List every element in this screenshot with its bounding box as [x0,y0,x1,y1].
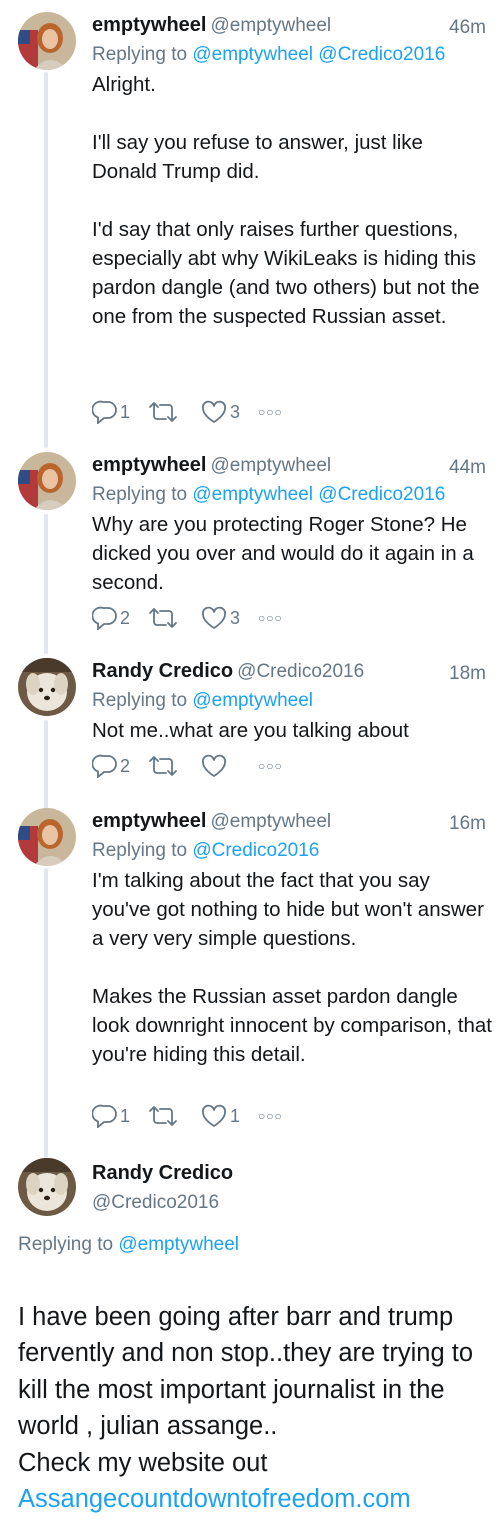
retweet-button[interactable] [148,400,200,424]
reply-button[interactable]: 1 [92,400,148,424]
replying-prefix: Replying to [92,840,188,861]
avatar-credico[interactable] [18,658,76,716]
replying-to: Replying to @Credico2016 [92,840,319,862]
tweet-actions: 2 3 ○○○ [92,604,283,632]
heart-icon [202,400,226,423]
tweet-actions: 1 3 ○○○ [92,398,283,426]
tweet-text: Not me..what are you talking about [92,719,409,742]
reply-count: 1 [120,1105,131,1126]
replying-prefix: Replying to [92,44,188,65]
reply-icon [92,1104,117,1128]
website-link[interactable]: Assangecountdowntofreedom.com [18,1485,411,1513]
author-name[interactable]: emptywheel @emptywheel [92,810,331,833]
replying-to: Replying to @emptywheel [92,690,313,712]
heart-icon [202,606,226,629]
more-icon: ○○○ [258,1109,283,1123]
more-icon: ○○○ [258,405,283,419]
author-handle[interactable]: @emptywheel [210,455,331,476]
retweet-button[interactable] [148,754,200,778]
reply-icon [92,606,117,630]
reply-icon [92,400,117,424]
like-button[interactable]: 3 [200,400,258,424]
retweet-icon [149,608,177,628]
tweet-actions: 1 1 ○○○ [92,1102,283,1130]
focused-tweet[interactable]: Randy Credico @Credico2016 Replying to @… [0,1146,496,1536]
avatar-emptywheel[interactable] [18,808,76,866]
author-name[interactable]: Randy Credico @Credico2016 [92,660,364,683]
author-display-name[interactable]: Randy Credico [92,1162,233,1185]
timestamp[interactable]: 44m [449,457,486,479]
tweet[interactable]: emptywheel @emptywheel 16m Replying to @C… [0,796,496,1142]
like-button[interactable] [200,754,258,778]
like-button[interactable]: 1 [200,1104,258,1128]
author-display-name[interactable]: emptywheel [92,454,206,476]
avatar-credico[interactable] [18,1158,76,1216]
timestamp[interactable]: 18m [449,663,486,685]
reply-button[interactable]: 2 [92,606,148,630]
replying-to-link[interactable]: @emptywheel @Credico2016 [192,44,445,65]
author-name[interactable]: emptywheel @emptywheel [92,14,331,37]
tweet-text: I have been going after barr and trump f… [18,1262,490,1518]
replying-to-link[interactable]: @emptywheel @Credico2016 [192,484,445,505]
more-button[interactable]: ○○○ [258,1109,283,1123]
replying-prefix: Replying to [92,690,188,711]
replying-prefix: Replying to [92,484,188,505]
author-handle[interactable]: @Credico2016 [92,1192,219,1214]
replying-to-link[interactable]: @Credico2016 [192,840,319,861]
reply-button[interactable]: 1 [92,1104,148,1128]
replying-to-link[interactable]: @emptywheel [192,690,313,711]
more-button[interactable]: ○○○ [258,405,283,419]
tweet-text-content: I have been going after barr and trump f… [18,1302,474,1477]
tweet[interactable]: emptywheel @emptywheel 44m Replying to @e… [0,440,496,640]
avatar-emptywheel[interactable] [18,12,76,70]
reply-count: 2 [120,755,131,776]
like-button[interactable]: 3 [200,606,258,630]
more-button[interactable]: ○○○ [258,611,283,625]
replying-prefix: Replying to [18,1234,114,1255]
reply-button[interactable]: 2 [92,754,148,778]
like-count: 3 [230,401,241,422]
reply-count: 2 [120,607,131,628]
replying-to: Replying to @emptywheel [18,1234,239,1256]
reply-count: 1 [120,401,131,422]
avatar-emptywheel[interactable] [18,452,76,510]
heart-icon [202,754,226,777]
more-icon: ○○○ [258,611,283,625]
timestamp[interactable]: 16m [449,813,486,835]
like-count: 1 [230,1105,241,1126]
heart-icon [202,1104,226,1127]
more-button[interactable]: ○○○ [258,759,283,773]
more-icon: ○○○ [258,759,283,773]
retweet-button[interactable] [148,1104,200,1128]
author-display-name[interactable]: emptywheel [92,14,206,36]
retweet-icon [149,1106,177,1126]
replying-to: Replying to @emptywheel @Credico2016 [92,44,445,66]
timestamp[interactable]: 46m [449,17,486,39]
tweet-actions: 2 ○○○ [92,752,283,780]
author-display-name[interactable]: emptywheel [92,810,206,832]
author-handle[interactable]: @emptywheel [210,811,331,832]
retweet-icon [149,402,177,422]
author-handle[interactable]: @Credico2016 [237,661,364,682]
replying-to: Replying to @emptywheel @Credico2016 [92,484,445,506]
author-display-name[interactable]: Randy Credico [92,660,233,682]
retweet-icon [149,756,177,776]
like-count: 3 [230,607,241,628]
tweet-text: Why are you protecting Roger Stone? He d… [92,513,474,594]
retweet-button[interactable] [148,606,200,630]
reply-icon [92,754,117,778]
tweet-text: Alright. I'll say you refuse to answer, … [92,73,480,328]
tweet-text: I'm talking about the fact that you say … [92,869,492,1066]
author-name[interactable]: emptywheel @emptywheel [92,454,331,477]
tweet[interactable]: Randy Credico @Credico2016 18m Replying t… [0,646,496,792]
author-handle[interactable]: @emptywheel [210,15,331,36]
tweet[interactable]: emptywheel @emptywheel 46m Replying to @e… [0,0,496,440]
replying-to-link[interactable]: @emptywheel [118,1234,239,1255]
